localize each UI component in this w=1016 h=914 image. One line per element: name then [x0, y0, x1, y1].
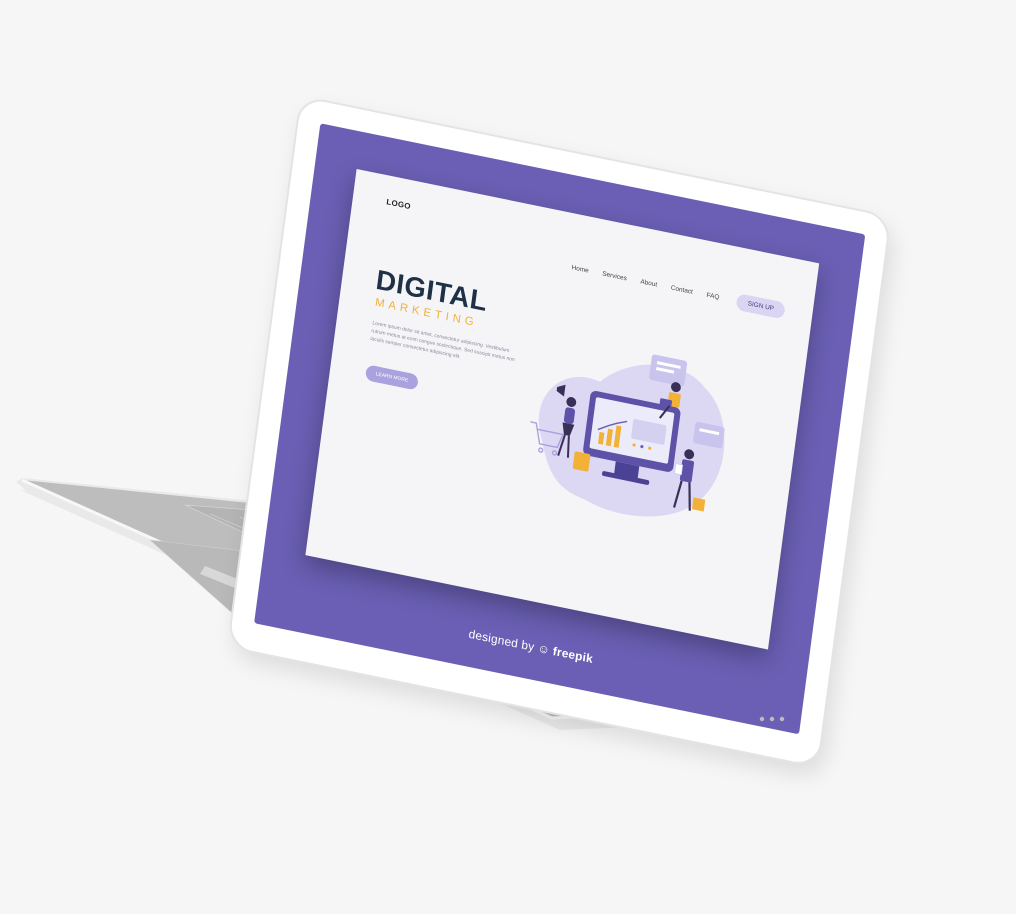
- credit-brand: freepik: [552, 644, 594, 666]
- laptop-screen: LOGO Home Services About Contact FAQ SIG…: [254, 123, 866, 735]
- signup-button[interactable]: SIGN UP: [735, 293, 786, 320]
- nav-services[interactable]: Services: [602, 271, 627, 283]
- nav-contact[interactable]: Contact: [670, 285, 693, 296]
- landing-page-mockup: LOGO Home Services About Contact FAQ SIG…: [305, 168, 820, 650]
- hero-body-text: Lorem ipsum dolor sit amet, consectetur …: [369, 320, 516, 364]
- port-dot-icon: [769, 716, 775, 722]
- freepik-logo-icon: ☺: [536, 640, 551, 658]
- laptop-lid: LOGO Home Services About Contact FAQ SIG…: [226, 95, 892, 769]
- box-icon: [691, 497, 706, 512]
- nav-about[interactable]: About: [640, 278, 658, 288]
- port-dot-icon: [779, 716, 785, 722]
- learn-more-button[interactable]: LEARN MORE: [364, 364, 419, 391]
- credit-text: designed by: [467, 626, 536, 654]
- port-dot-icon: [759, 716, 765, 722]
- nav-faq[interactable]: FAQ: [706, 292, 720, 301]
- top-nav: Home Services About Contact FAQ SIGN UP: [570, 259, 786, 320]
- marketing-illustration: [530, 354, 725, 517]
- shopping-bag-icon: [572, 451, 591, 472]
- laptop-ports: [759, 716, 785, 722]
- nav-home[interactable]: Home: [571, 264, 589, 274]
- site-logo[interactable]: LOGO: [386, 197, 411, 211]
- lid-frame: LOGO Home Services About Contact FAQ SIG…: [226, 95, 892, 769]
